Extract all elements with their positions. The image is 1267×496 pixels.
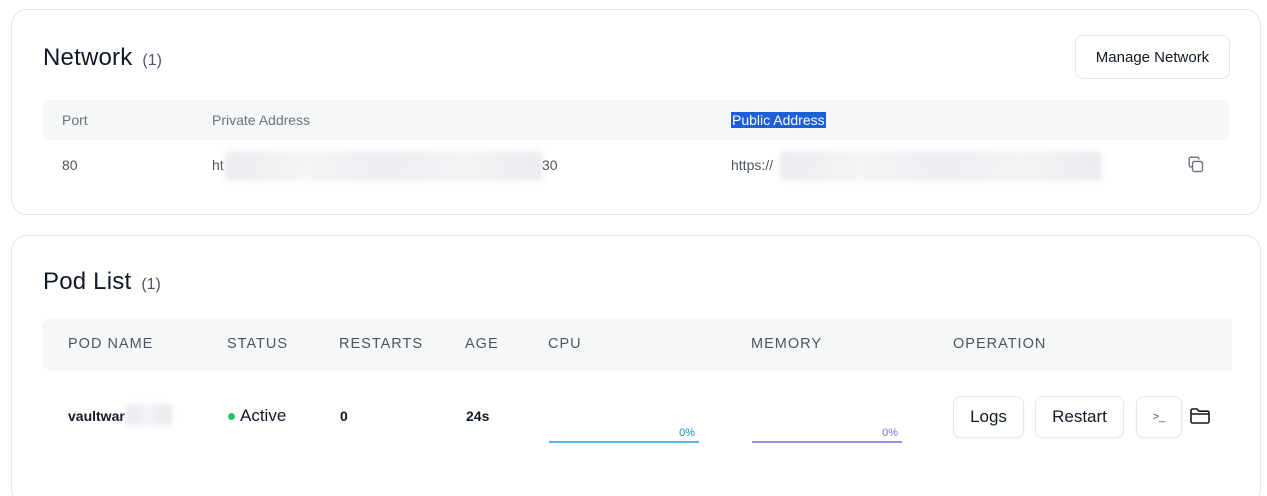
- memory-usage-bar: [752, 441, 902, 443]
- memory-usage-value: 0%: [882, 427, 898, 439]
- cpu-usage-bar: [549, 441, 699, 443]
- pod-list-title-row: Pod List (1): [43, 268, 161, 296]
- status-badge: Active: [228, 406, 286, 426]
- public-address-prefix: https://: [731, 157, 774, 173]
- column-private-address: Private Address: [212, 112, 311, 128]
- folder-icon[interactable]: [1189, 406, 1211, 426]
- pod-name-redacted: [126, 404, 172, 426]
- port-cell: 80: [62, 157, 78, 173]
- column-public-address: Public Address: [731, 112, 826, 128]
- column-cpu: CPU: [548, 336, 582, 352]
- column-operation: OPERATION: [953, 336, 1047, 352]
- column-age: AGE: [465, 336, 499, 352]
- private-address-suffix: 30: [542, 157, 558, 173]
- network-table-header: Port Private Address Public Address: [42, 100, 1230, 140]
- column-status: STATUS: [227, 336, 289, 352]
- network-card: Network (1) Manage Network Port Private …: [11, 9, 1261, 215]
- column-memory: MEMORY: [751, 336, 822, 352]
- status-text: Active: [240, 406, 287, 425]
- copy-icon[interactable]: [1186, 155, 1206, 175]
- private-address-redacted: [225, 151, 543, 181]
- public-address-redacted: [780, 151, 1102, 181]
- pod-name-cell: vaultwar: [68, 408, 125, 424]
- column-pod-name: POD NAME: [68, 336, 154, 352]
- cpu-usage-value: 0%: [679, 427, 695, 439]
- column-restarts: RESTARTS: [339, 336, 424, 352]
- pod-table-header: POD NAME STATUS RESTARTS AGE CPU MEMORY …: [42, 318, 1232, 371]
- cpu-usage-meter: 0%: [549, 427, 699, 443]
- memory-usage-meter: 0%: [752, 427, 902, 443]
- network-count: (1): [142, 52, 162, 69]
- column-port: Port: [62, 112, 88, 128]
- pod-list-card: Pod List (1) POD NAME STATUS RESTARTS AG…: [11, 235, 1261, 496]
- restarts-cell: 0: [340, 408, 348, 424]
- terminal-icon[interactable]: >_: [1136, 396, 1182, 438]
- logs-button[interactable]: Logs: [953, 396, 1024, 438]
- private-address-prefix: ht: [212, 157, 224, 173]
- pod-list-count: (1): [141, 276, 161, 293]
- status-dot-icon: [228, 412, 235, 420]
- manage-network-button[interactable]: Manage Network: [1075, 35, 1230, 79]
- restart-button[interactable]: Restart: [1035, 396, 1124, 438]
- pod-list-title: Pod List: [43, 268, 132, 295]
- network-title: Network: [43, 44, 133, 71]
- age-cell: 24s: [466, 408, 490, 424]
- network-title-row: Network (1): [43, 44, 162, 72]
